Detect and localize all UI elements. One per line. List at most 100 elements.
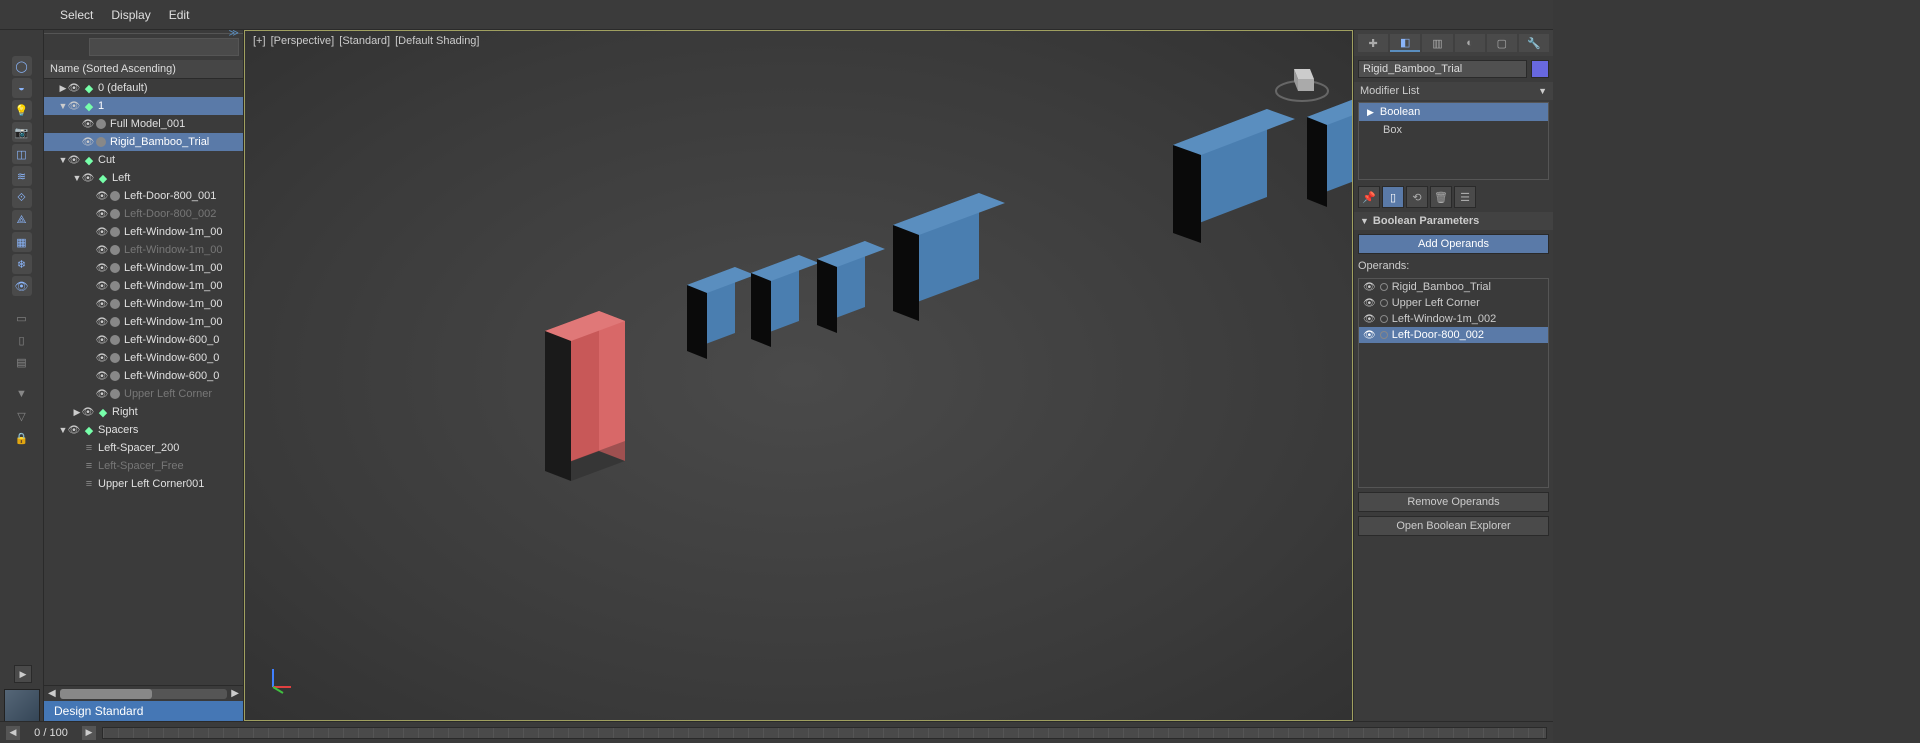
visibility-icon[interactable]: 👁 (68, 154, 80, 166)
tree-row[interactable]: ≡Left-Spacer_200 (44, 439, 243, 457)
tree-row[interactable]: 👁Left-Window-600_0 (44, 349, 243, 367)
visibility-icon[interactable]: 👁 (1363, 282, 1376, 293)
tree-row[interactable]: 👁Left-Door-800_001 (44, 187, 243, 205)
list-icon[interactable]: ▤ (12, 352, 32, 372)
menu-display[interactable]: Display (111, 8, 150, 22)
container-icon[interactable]: ▦ (12, 232, 32, 252)
visibility-icon[interactable]: 👁 (1363, 330, 1376, 341)
tree-row[interactable]: 👁Upper Left Corner (44, 385, 243, 403)
visibility-icon[interactable]: 👁 (96, 370, 108, 382)
operand-row[interactable]: 👁Left-Door-800_002 (1359, 327, 1548, 343)
material-swatch[interactable] (4, 689, 40, 725)
timeline-track[interactable] (102, 727, 1547, 739)
outliner-search-input[interactable] (89, 38, 239, 56)
camera-icon[interactable]: 📷 (12, 122, 32, 142)
tab-hierarchy-icon[interactable]: ▥ (1422, 34, 1452, 52)
visibility-icon[interactable]: 👁 (82, 136, 94, 148)
visibility-icon[interactable]: 👁 (96, 280, 108, 292)
visibility-icon[interactable]: 👁 (82, 118, 94, 130)
outliner-hscroll[interactable]: ◀ ▶ (44, 685, 243, 701)
tree-row[interactable]: ▼👁◆Left (44, 169, 243, 187)
tree-row[interactable]: 👁Left-Window-1m_00 (44, 313, 243, 331)
visibility-icon[interactable]: 👁 (68, 424, 80, 436)
tab-utilities-icon[interactable]: 🔧 (1519, 34, 1549, 52)
hidden-icon[interactable]: 👁 (12, 276, 32, 296)
tree-row[interactable]: ▶👁◆Right (44, 403, 243, 421)
visibility-icon[interactable]: 👁 (1363, 298, 1376, 309)
scroll-left-icon[interactable]: ◀ (48, 688, 56, 699)
visibility-icon[interactable]: 👁 (96, 244, 108, 256)
tree-row[interactable]: 👁Full Model_001 (44, 115, 243, 133)
operand-type-icon[interactable] (1380, 331, 1388, 339)
perspective-viewport[interactable]: [+] [Perspective] [Standard] [Default Sh… (244, 30, 1353, 721)
tree-row[interactable]: 👁Left-Window-1m_00 (44, 223, 243, 241)
visibility-icon[interactable]: 👁 (68, 82, 80, 94)
filter-icon[interactable]: ▼ (12, 384, 32, 404)
add-operands-button[interactable]: Add Operands (1358, 234, 1549, 254)
visibility-icon[interactable]: 👁 (96, 262, 108, 274)
object-color-swatch[interactable] (1531, 60, 1549, 78)
play-animation-icon[interactable]: ▶ (14, 665, 32, 683)
viewport-label[interactable]: [+] [Perspective] [Standard] [Default Sh… (253, 35, 481, 47)
visibility-icon[interactable]: 👁 (96, 334, 108, 346)
visibility-icon[interactable]: 👁 (68, 100, 80, 112)
tree-row[interactable]: ▼👁◆1 (44, 97, 243, 115)
menu-select[interactable]: Select (60, 8, 93, 22)
timeline-prev-icon[interactable]: ◀ (6, 726, 20, 740)
lock-icon[interactable]: 🔒 (12, 428, 32, 448)
toggle-none-icon[interactable]: ◯ (12, 56, 32, 76)
pin-stack-icon[interactable]: 📌 (1358, 186, 1380, 208)
helper-icon[interactable]: ◫ (12, 144, 32, 164)
tree-row[interactable]: ▼👁◆Cut (44, 151, 243, 169)
timeline[interactable]: ◀ 0 / 100 ▶ (0, 721, 1553, 743)
make-unique-icon[interactable]: ⟲ (1406, 186, 1428, 208)
bone-icon[interactable]: ⟁ (12, 210, 32, 230)
tree-row[interactable]: 👁Rigid_Bamboo_Trial (44, 133, 243, 151)
tab-display-icon[interactable]: ▢ (1487, 34, 1517, 52)
tree-row[interactable]: ▶👁◆0 (default) (44, 79, 243, 97)
tree-row[interactable]: 👁Left-Window-1m_00 (44, 241, 243, 259)
tab-motion-icon[interactable]: ◐ (1455, 34, 1485, 52)
workspace-label[interactable]: Design Standard (44, 701, 243, 721)
mod-row-boolean[interactable]: ▶Boolean (1359, 103, 1548, 121)
mod-row-box[interactable]: Box (1359, 121, 1548, 139)
configure-sets-icon[interactable]: ☰ (1454, 186, 1476, 208)
visibility-icon[interactable]: 👁 (82, 172, 94, 184)
tree-row[interactable]: ▼👁◆Spacers (44, 421, 243, 439)
tab-create-icon[interactable]: ✚ (1358, 34, 1388, 52)
visibility-icon[interactable]: 👁 (96, 388, 108, 400)
visibility-icon[interactable]: 👁 (96, 352, 108, 364)
outliner-header[interactable]: Name (Sorted Ascending) (44, 60, 243, 79)
object-name-input[interactable] (1358, 60, 1527, 78)
visibility-icon[interactable]: 👁 (1363, 314, 1376, 325)
operand-type-icon[interactable] (1380, 315, 1388, 323)
operands-list[interactable]: 👁Rigid_Bamboo_Trial👁Upper Left Corner👁Le… (1358, 278, 1549, 488)
toggle-geom-icon[interactable]: ◒ (12, 78, 32, 98)
visibility-icon[interactable]: 👁 (82, 406, 94, 418)
remove-modifier-icon[interactable]: 🗑 (1430, 186, 1452, 208)
operand-row[interactable]: 👁Upper Left Corner (1359, 295, 1548, 311)
rollout-boolean-parameters[interactable]: ▼Boolean Parameters (1354, 212, 1553, 230)
tree-row[interactable]: ≡Left-Spacer_Free (44, 457, 243, 475)
panel-arrow-icon[interactable]: ≫ (229, 30, 239, 39)
visibility-icon[interactable]: 👁 (96, 316, 108, 328)
tree-row[interactable]: ≡Upper Left Corner001 (44, 475, 243, 493)
collapse-icon[interactable]: ▭ (12, 308, 32, 328)
light-icon[interactable]: 💡 (12, 100, 32, 120)
tree-row[interactable]: 👁Left-Window-1m_00 (44, 259, 243, 277)
spacewarp-icon[interactable]: ⟐ (12, 188, 32, 208)
modifier-stack[interactable]: ▶Boolean Box (1358, 102, 1549, 180)
shape-icon[interactable]: ≋ (12, 166, 32, 186)
tab-modify-icon[interactable]: ◧ (1390, 34, 1420, 52)
visibility-icon[interactable]: 👁 (96, 208, 108, 220)
open-boolean-explorer-button[interactable]: Open Boolean Explorer (1358, 516, 1549, 536)
tree-row[interactable]: 👁Left-Window-1m_00 (44, 295, 243, 313)
timeline-next-icon[interactable]: ▶ (82, 726, 96, 740)
operand-row[interactable]: 👁Rigid_Bamboo_Trial (1359, 279, 1548, 295)
operand-row[interactable]: 👁Left-Window-1m_002 (1359, 311, 1548, 327)
tree-row[interactable]: 👁Left-Door-800_002 (44, 205, 243, 223)
tree-row[interactable]: 👁Left-Window-600_0 (44, 331, 243, 349)
tree-row[interactable]: 👁Left-Window-600_0 (44, 367, 243, 385)
scroll-right-icon[interactable]: ▶ (231, 688, 239, 699)
visibility-icon[interactable]: 👁 (96, 226, 108, 238)
